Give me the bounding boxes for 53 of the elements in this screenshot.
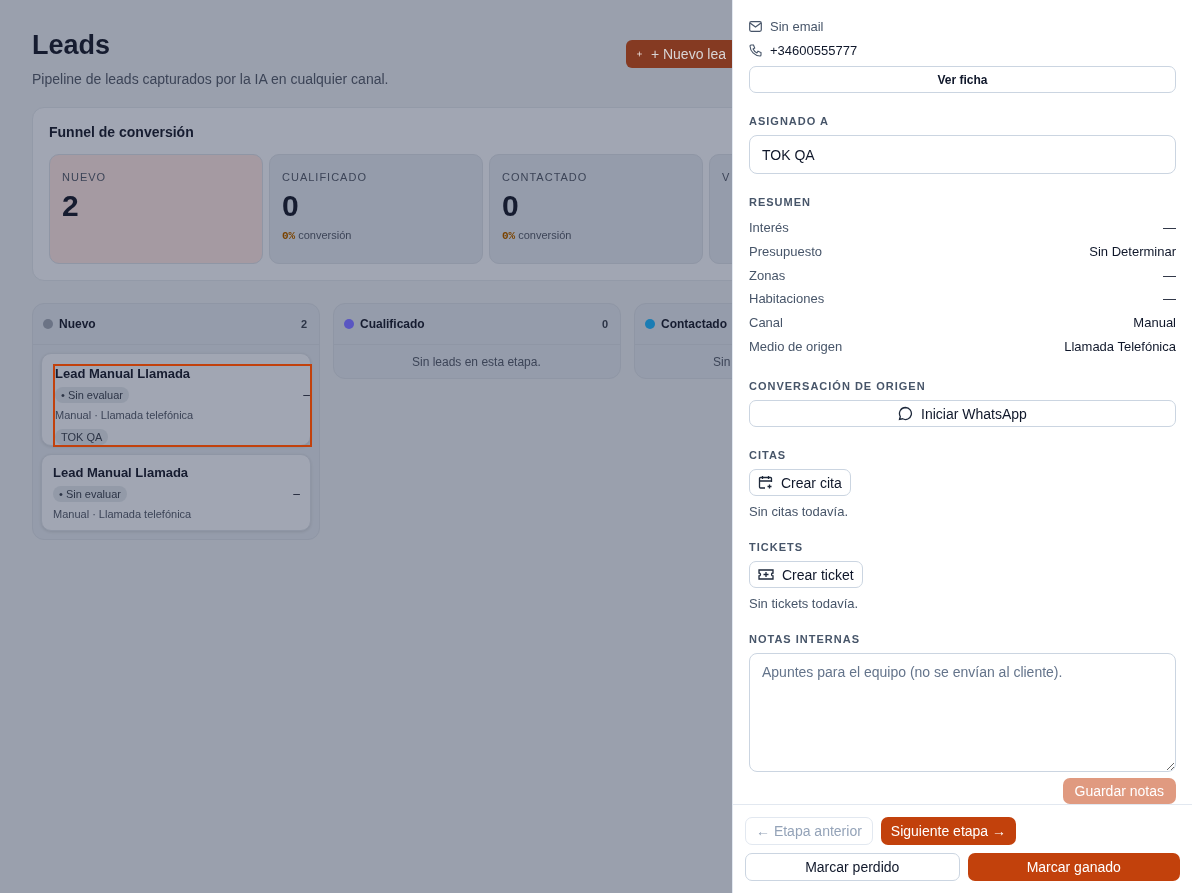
notes-field[interactable]: Apuntes para el equipo (no se envían al cliente). <box>749 653 1176 772</box>
section-label: CITAS <box>749 449 788 462</box>
calendar-icon <box>758 475 773 491</box>
section-label: NOTAS INTERNAS <box>749 633 861 646</box>
column-title: Contactado <box>661 317 728 331</box>
lead-card[interactable]: Lead Manual Llamada • Sin evaluar – Manual · Llamada telefónica <box>41 454 311 531</box>
section-label: ASIGNADO A <box>749 115 830 128</box>
column-count: 2 <box>300 318 307 330</box>
view-record-button[interactable]: Ver ficha <box>749 66 1176 94</box>
phone-icon <box>749 43 762 57</box>
new-lead-button[interactable]: + Nuevo lea <box>626 40 732 68</box>
chat-icon <box>898 406 914 422</box>
create-appointment-button[interactable]: Crear cita <box>749 469 851 497</box>
mark-won-button[interactable]: Marcar ganado <box>967 853 1180 881</box>
summary-label: Canal <box>749 315 783 331</box>
mark-lost-button[interactable]: Marcar perdido <box>745 853 960 881</box>
summary-value: — <box>1163 291 1176 307</box>
mail-icon <box>749 20 762 32</box>
summary-label: Interés <box>749 220 789 236</box>
summary-value: Llamada Telefónica <box>1064 338 1176 354</box>
whatsapp-button[interactable]: Iniciar WhatsApp <box>749 400 1176 428</box>
summary-value: Manual <box>1133 315 1176 331</box>
empty-message: Sin citas todavía. <box>749 504 849 520</box>
column-title: Nuevo <box>59 317 97 331</box>
next-stage-button[interactable]: Siguiente etapa → <box>880 817 1017 845</box>
contact-text: Sin email <box>770 18 824 34</box>
empty-message: Sin leads en esta etapa. <box>411 354 542 371</box>
column-title: Cualificado <box>360 317 426 331</box>
summary-value: — <box>1163 267 1176 283</box>
ticket-icon <box>758 568 774 582</box>
section-label: RESUMEN <box>749 196 812 209</box>
funnel-title: Funnel de conversión <box>49 124 195 140</box>
page-subtitle: Pipeline de leads capturados por la IA en cualquier canal. <box>32 71 389 87</box>
summary-label: Zonas <box>749 267 786 283</box>
summary-label: Medio de origen <box>749 338 843 354</box>
section-label: TICKETS <box>749 541 805 554</box>
funnel-stage[interactable]: CONTACTADO 0 0% conversión <box>489 154 703 264</box>
section-label: CONVERSACIÓN DE ORIGEN <box>749 380 927 393</box>
summary-value: — <box>1163 220 1176 236</box>
empty-message: Sin <box>712 354 732 371</box>
summary-label: Presupuesto <box>749 244 822 260</box>
summary-value: Sin Determinar <box>1089 244 1176 260</box>
empty-message: Sin tickets todavía. <box>749 596 860 612</box>
funnel-stage[interactable]: CUALIFICADO 0 0% conversión <box>269 154 483 264</box>
lead-card[interactable]: Lead Manual Llamada • Sin evaluar – Manual · Llamada telefónica TOK QA <box>41 353 311 446</box>
summary-label: Habitaciones <box>749 291 825 307</box>
create-ticket-button[interactable]: Crear ticket <box>749 561 863 589</box>
column-count: 0 <box>601 318 608 330</box>
assignee-field[interactable]: TOK QA <box>749 135 1176 175</box>
contact-text: +34600555777 <box>770 42 858 58</box>
funnel-stage[interactable]: NUEVO 2 <box>49 154 263 264</box>
page-title: Leads <box>32 30 112 61</box>
funnel-stage[interactable]: V <box>709 154 732 264</box>
